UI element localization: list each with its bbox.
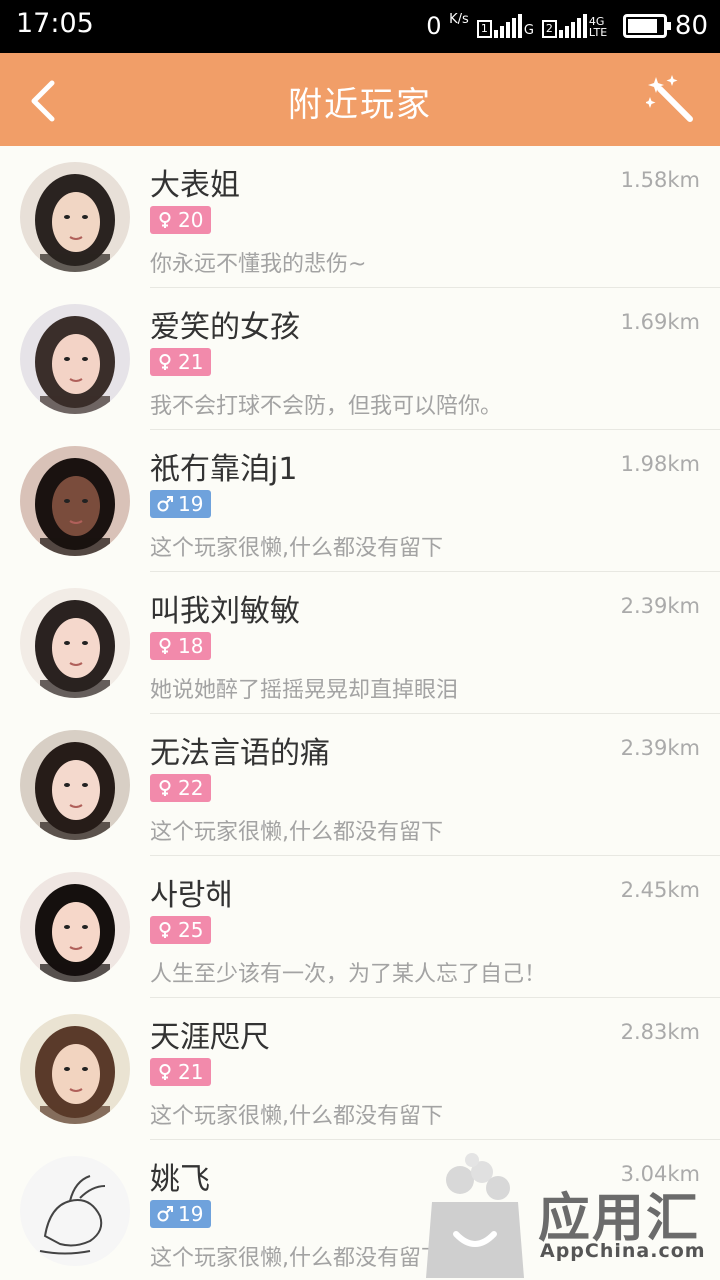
sim2-signal-icon: 2 4G LTE (541, 14, 615, 38)
status-bar: 17:05 0 K/s 1 G 2 4G LTE 80 (0, 0, 720, 53)
gender-age-badge: 18 (150, 632, 212, 660)
avatar[interactable] (20, 1014, 130, 1124)
player-row[interactable]: 大表姐 1.58km 20 你永远不懂我的悲伤~ (0, 146, 720, 288)
gender-age-badge: 21 (150, 348, 212, 376)
battery-icon (622, 14, 671, 38)
player-age: 19 (178, 1202, 204, 1226)
female-icon (156, 353, 174, 371)
player-signature: 这个玩家很懒,什么都没有留下 (150, 1104, 443, 1129)
gender-age-badge: 21 (150, 1058, 212, 1086)
player-name: 祇冇靠洎j1 (150, 452, 298, 487)
page-title: 附近玩家 (288, 85, 432, 125)
battery-level: 80 (674, 11, 708, 41)
player-row[interactable]: 天涯咫尺 2.83km 21 这个玩家很懒,什么都没有留下 (0, 998, 720, 1140)
player-row[interactable]: 无法言语的痛 2.39km 22 这个玩家很懒,什么都没有留下 (0, 714, 720, 856)
gender-age-badge: 19 (150, 490, 212, 518)
sim1-signal-icon: 1 G (476, 14, 534, 38)
status-icons: 0 K/s 1 G 2 4G LTE 80 (426, 6, 708, 46)
female-icon (156, 921, 174, 939)
player-distance: 1.69km (620, 310, 700, 334)
player-name: 天涯咫尺 (150, 1020, 270, 1055)
watermark: 应用汇 AppChina.com (420, 1150, 720, 1280)
player-distance: 1.98km (620, 452, 700, 476)
player-age: 20 (178, 208, 204, 232)
player-signature: 人生至少该有一次，为了某人忘了自己！ (150, 962, 547, 987)
app-header: 附近玩家 (0, 53, 720, 146)
player-age: 22 (178, 776, 204, 800)
player-signature: 这个玩家很懒,什么都没有留下 (150, 820, 443, 845)
player-list: 大表姐 1.58km 20 你永远不懂我的悲伤~ 爱笑的女孩 1.69km 21 我不会打球不… (0, 146, 720, 1280)
magic-wand-icon (644, 75, 693, 122)
player-signature: 我不会打球不会防，但我可以陪你。 (150, 394, 503, 419)
status-time: 17:05 (16, 8, 94, 39)
player-row[interactable]: 爱笑的女孩 1.69km 21 我不会打球不会防，但我可以陪你。 (0, 288, 720, 430)
player-age: 21 (178, 350, 204, 374)
player-name: 사랑해 (150, 878, 233, 913)
player-signature: 这个玩家很懒,什么都没有留下 (150, 536, 443, 561)
watermark-subtext: AppChina.com (540, 1240, 706, 1262)
player-row[interactable]: 사랑해 2.45km 25 人生至少该有一次，为了某人忘了自己！ (0, 856, 720, 998)
avatar[interactable] (20, 588, 130, 698)
male-icon (156, 495, 174, 513)
player-name: 姚飞 (150, 1162, 210, 1197)
avatar[interactable] (20, 162, 130, 272)
player-distance: 2.39km (620, 736, 700, 760)
player-name: 叫我刘敏敏 (150, 594, 300, 629)
player-age: 21 (178, 1060, 204, 1084)
player-name: 爱笑的女孩 (150, 310, 300, 345)
player-row[interactable]: 祇冇靠洎j1 1.98km 19 这个玩家很懒,什么都没有留下 (0, 430, 720, 572)
player-signature: 这个玩家很懒,什么都没有留下 (150, 1246, 443, 1271)
gender-age-badge: 20 (150, 206, 212, 234)
player-row[interactable]: 叫我刘敏敏 2.39km 18 她说她醉了摇摇晃晃却直掉眼泪 (0, 572, 720, 714)
shopping-bag-logo-icon (426, 1153, 524, 1278)
male-icon (156, 1205, 174, 1223)
avatar[interactable] (20, 304, 130, 414)
player-distance: 2.39km (620, 594, 700, 618)
gender-age-badge: 25 (150, 916, 212, 944)
gender-age-badge: 22 (150, 774, 212, 802)
network-speed: 0 K/s (426, 12, 469, 40)
magic-filter-button[interactable] (644, 73, 698, 125)
player-signature: 你永远不懂我的悲伤~ (150, 252, 367, 277)
player-name: 大表姐 (150, 168, 240, 203)
female-icon (156, 1063, 174, 1081)
player-age: 19 (178, 492, 204, 516)
player-signature: 她说她醉了摇摇晃晃却直掉眼泪 (150, 678, 459, 703)
avatar[interactable] (20, 872, 130, 982)
gender-age-badge: 19 (150, 1200, 212, 1228)
player-distance: 2.45km (620, 878, 700, 902)
player-age: 18 (178, 634, 204, 658)
player-age: 25 (178, 918, 204, 942)
avatar[interactable] (20, 730, 130, 840)
player-name: 无法言语的痛 (150, 736, 330, 771)
avatar[interactable] (20, 1156, 130, 1266)
female-icon (156, 211, 174, 229)
player-distance: 2.83km (620, 1020, 700, 1044)
avatar[interactable] (20, 446, 130, 556)
player-distance: 1.58km (620, 168, 700, 192)
female-icon (156, 779, 174, 797)
female-icon (156, 637, 174, 655)
